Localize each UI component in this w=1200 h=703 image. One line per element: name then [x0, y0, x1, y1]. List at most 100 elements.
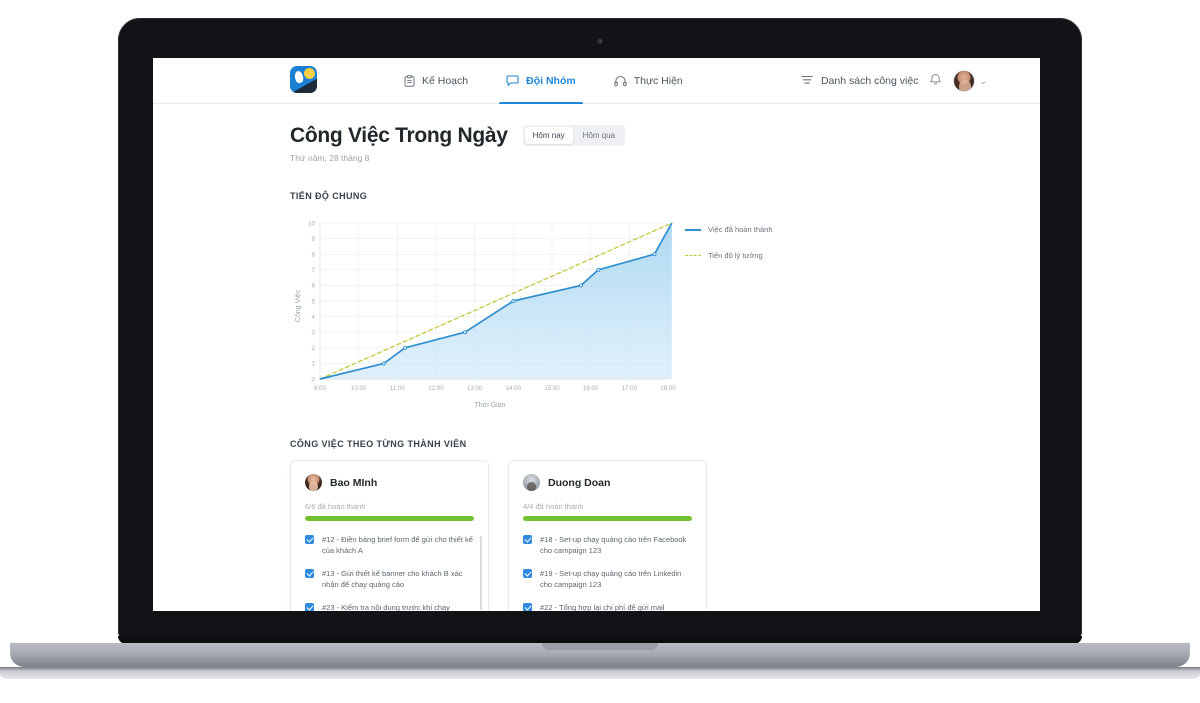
chart-svg: 0 1 2 3 4 5 6 7 8 9 10 9:00 10:00 11:00 12:00 13:00 14:… — [295, 220, 676, 409]
svg-text:12:00: 12:00 — [428, 385, 444, 392]
avatar — [953, 70, 976, 92]
task-item[interactable]: #18 - Set-up chạy quảng cáo trên Faceboo… — [523, 534, 692, 557]
nav-label: Kế Hoạch — [422, 75, 469, 87]
main-nav: Kế Hoạch Đội Nhóm Thực Hiện — [385, 58, 702, 104]
svg-text:4: 4 — [312, 314, 316, 321]
task-checkbox[interactable] — [523, 535, 532, 545]
task-text: #19 - Set-up chạy quảng cáo trên Linkedi… — [540, 568, 682, 590]
progress-chart: 0 1 2 3 4 5 6 7 8 9 10 9:00 10:00 11:00 12:00 13:00 14:… — [290, 211, 870, 411]
task-text: #23 - Kiểm tra nội dung trước khi chạy — [322, 602, 450, 611]
task-item[interactable]: #19 - Set-up chạy quảng cáo trên Linkedi… — [523, 568, 692, 591]
svg-text:2: 2 — [312, 345, 316, 352]
nav-label: Thực Hiện — [633, 75, 683, 87]
app-logo-icon[interactable] — [290, 66, 317, 93]
progress-section-label: TIẾN ĐỘ CHUNG — [290, 191, 368, 202]
chevron-down-icon: ⌄ — [979, 75, 987, 86]
task-checkbox[interactable] — [523, 602, 532, 611]
nav-item-doi-nhom[interactable]: Đội Nhóm — [487, 58, 595, 104]
progress-track — [523, 516, 692, 522]
task-item[interactable]: #12 - Điền bảng brief form để gửi cho th… — [305, 534, 474, 557]
task-list: #12 - Điền bảng brief form để gửi cho th… — [305, 534, 482, 611]
chart-y-tick-labels: 0 1 2 3 4 5 6 7 8 9 10 — [308, 220, 315, 383]
member-card: Duong Doan 4/4 đã hoàn thành #18 - Set-u… — [508, 460, 707, 611]
member-card: Bao MInh 6/6 đã hoàn thành #12 - Điền bả… — [290, 460, 489, 611]
progress-fill — [305, 516, 474, 522]
svg-text:17:00: 17:00 — [622, 385, 638, 392]
members-section-label: CÔNG VIỆC THEO TỪNG THÀNH VIÊN — [290, 439, 467, 450]
task-list-scrollbar[interactable] — [480, 536, 482, 611]
svg-text:10:00: 10:00 — [351, 385, 367, 392]
member-avatar — [523, 474, 540, 492]
user-menu[interactable]: ⌄ — [953, 70, 987, 92]
task-item[interactable]: #22 - Tổng hợp lại chi phí để gửi mail — [523, 602, 692, 611]
title-row: Công Việc Trong Ngày Hôm nay Hôm qua — [290, 124, 870, 147]
legend-swatch-solid — [685, 228, 701, 231]
laptop-foot — [0, 667, 1200, 679]
clipboard-icon — [404, 75, 415, 87]
member-avatar — [305, 474, 322, 492]
legend-swatch-dashed — [685, 255, 701, 257]
task-checkbox[interactable] — [305, 535, 314, 545]
member-progress-text: 6/6 đã hoàn thành — [305, 502, 366, 512]
webcam-icon — [597, 38, 603, 44]
svg-text:5: 5 — [312, 298, 316, 305]
svg-text:18:00: 18:00 — [660, 385, 676, 392]
headphones-icon — [614, 75, 627, 87]
task-item[interactable]: #13 - Gửi thiết kế banner cho khách B xá… — [305, 568, 474, 591]
toggle-hom-nay[interactable]: Hôm nay — [524, 127, 573, 145]
progress-fill — [523, 516, 692, 522]
task-text: #18 - Set-up chạy quảng cáo trên Faceboo… — [540, 535, 687, 556]
svg-text:9: 9 — [312, 236, 316, 243]
list-icon — [801, 75, 813, 88]
nav-item-thuc-hien[interactable]: Thực Hiện — [595, 58, 702, 104]
svg-text:16:00: 16:00 — [583, 385, 599, 392]
svg-text:15:00: 15:00 — [544, 385, 560, 392]
nav-item-ke-hoach[interactable]: Kế Hoạch — [385, 58, 487, 104]
member-name: Bao MInh — [330, 476, 378, 489]
chart-y-axis-label: Công Việc — [295, 290, 302, 323]
svg-text:0: 0 — [312, 376, 316, 383]
task-list: #18 - Set-up chạy quảng cáo trên Faceboo… — [523, 534, 692, 611]
member-header: Bao MInh — [305, 474, 474, 492]
content-column: Công Việc Trong Ngày Hôm nay Hôm qua Thứ… — [290, 124, 870, 611]
page-date-subtitle: Thứ năm, 28 tháng 8 — [290, 153, 370, 164]
svg-text:10: 10 — [308, 220, 315, 227]
task-text: #12 - Điền bảng brief form để gửi cho th… — [322, 535, 473, 556]
chart-x-tick-labels: 9:00 10:00 11:00 12:00 13:00 14:00 15:00 16:00 1… — [314, 385, 676, 392]
legend-label: Tiến độ lý tưởng — [708, 251, 763, 261]
task-text: #22 - Tổng hợp lại chi phí để gửi mail — [540, 602, 665, 611]
svg-text:6: 6 — [312, 283, 316, 290]
toggle-hom-qua[interactable]: Hôm qua — [575, 127, 623, 144]
svg-text:8: 8 — [312, 252, 316, 259]
task-checkbox[interactable] — [523, 568, 532, 578]
svg-text:13:00: 13:00 — [467, 385, 483, 392]
svg-text:3: 3 — [312, 330, 316, 337]
chart-x-axis-label: Thời Gian — [474, 402, 505, 409]
legend-item-ideal: Tiến độ lý tưởng — [685, 251, 773, 260]
nav-label: Đội Nhóm — [526, 75, 576, 87]
member-name: Duong Doan — [548, 476, 611, 489]
page-body: Công Việc Trong Ngày Hôm nay Hôm qua Thứ… — [153, 104, 1040, 611]
task-list-link[interactable]: Danh sách công việc — [801, 75, 918, 88]
task-checkbox[interactable] — [305, 602, 314, 611]
task-text: #13 - Gửi thiết kế banner cho khách B xá… — [322, 568, 463, 590]
member-header: Duong Doan — [523, 474, 692, 492]
svg-text:1: 1 — [312, 361, 316, 368]
chat-bubble-icon — [506, 75, 519, 87]
page-title: Công Việc Trong Ngày — [290, 124, 508, 147]
progress-track — [305, 516, 474, 522]
svg-text:7: 7 — [312, 267, 316, 274]
chart-legend: Việc đã hoàn thành Tiến độ lý tưởng — [685, 225, 773, 260]
screenshot-stage: Kế Hoạch Đội Nhóm Thực Hiện Danh sách cô… — [0, 0, 1200, 703]
task-item[interactable]: #23 - Kiểm tra nội dung trước khi chạy — [305, 602, 474, 611]
legend-label: Việc đã hoàn thành — [708, 225, 773, 235]
laptop-screen: Kế Hoạch Đội Nhóm Thực Hiện Danh sách cô… — [153, 58, 1040, 611]
member-progress-text: 4/4 đã hoàn thành — [523, 502, 584, 512]
svg-text:11:00: 11:00 — [390, 385, 406, 392]
legend-item-completed: Việc đã hoàn thành — [685, 225, 773, 234]
task-checkbox[interactable] — [305, 568, 314, 578]
app-header: Kế Hoạch Đội Nhóm Thực Hiện Danh sách cô… — [153, 58, 1040, 104]
laptop-base — [10, 643, 1190, 667]
svg-text:14:00: 14:00 — [506, 385, 522, 392]
bell-icon[interactable] — [929, 72, 942, 91]
